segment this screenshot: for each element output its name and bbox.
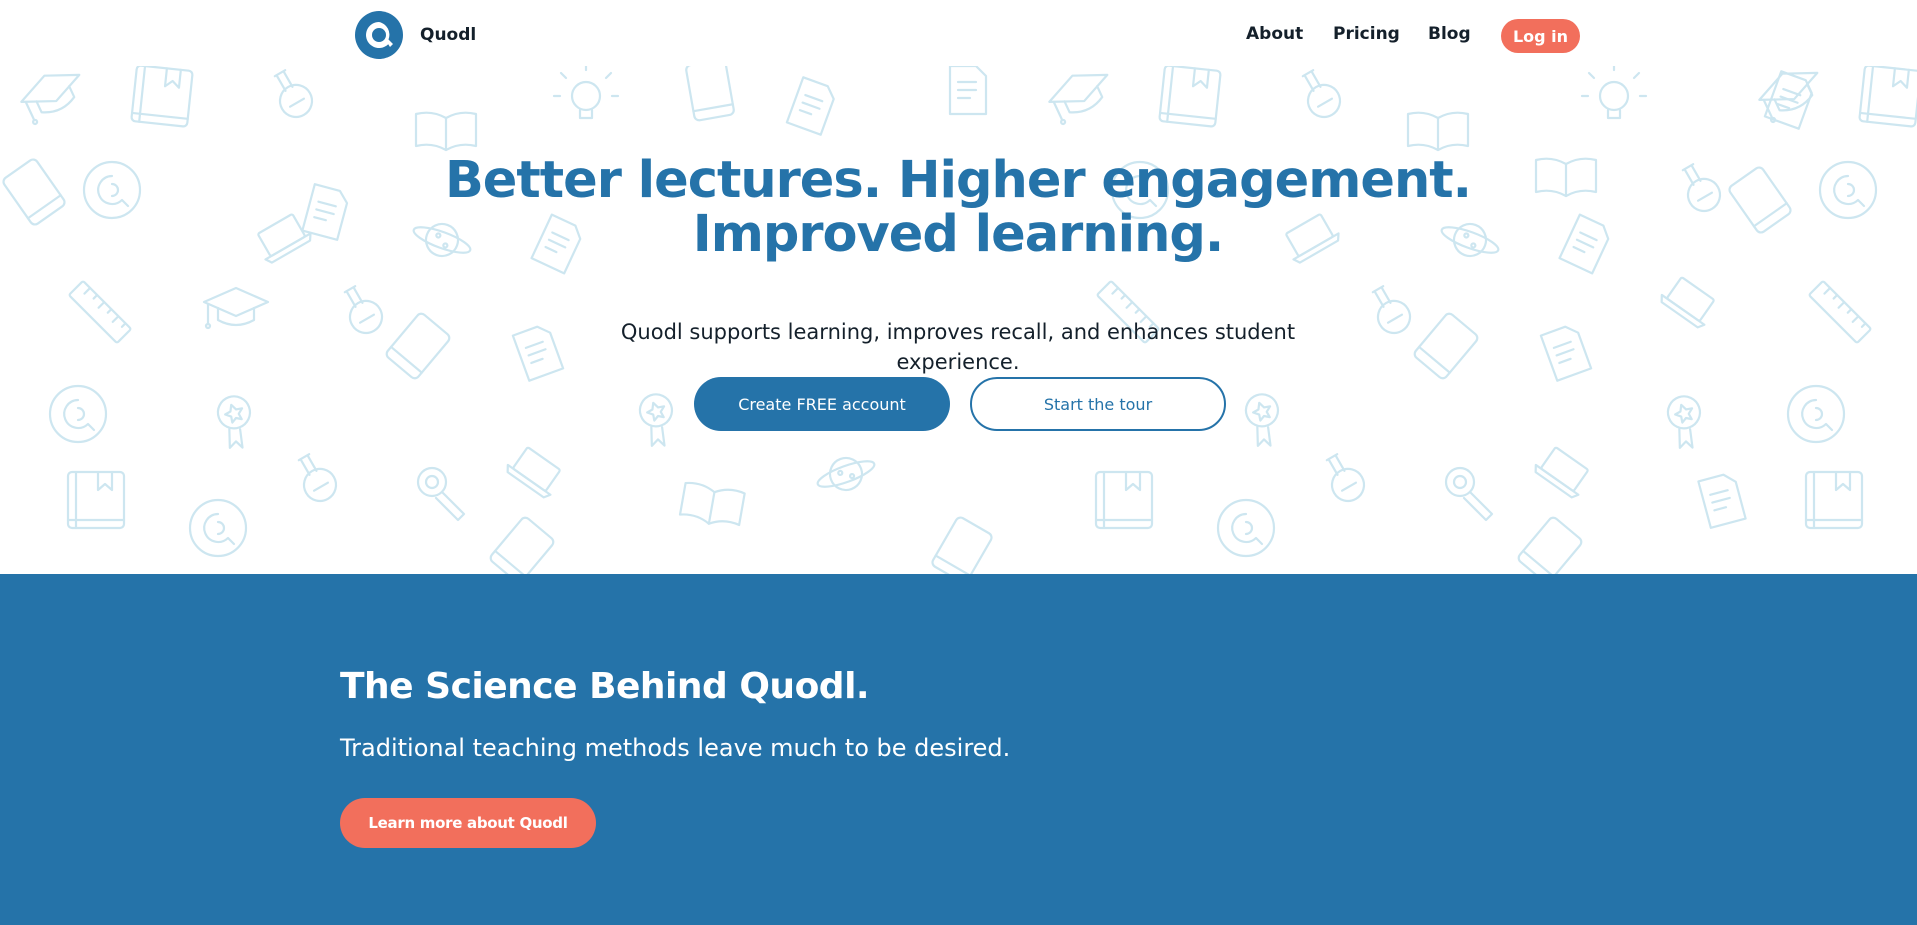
science-section: The Science Behind Quodl. Traditional te… xyxy=(0,574,1917,925)
nav-link-about[interactable]: About xyxy=(1246,24,1303,44)
create-account-button[interactable]: Create FREE account xyxy=(694,377,950,431)
nav-link-pricing[interactable]: Pricing xyxy=(1333,24,1400,44)
science-title: The Science Behind Quodl. xyxy=(340,666,870,707)
main-nav: About Pricing Blog Log in xyxy=(0,0,1917,66)
hero-subtitle: Quodl supports learning, improves recall… xyxy=(620,320,1296,374)
brand-link[interactable]: Quodl xyxy=(355,11,476,59)
education-pattern-background xyxy=(0,57,1917,574)
learn-more-button[interactable]: Learn more about Quodl xyxy=(340,798,596,848)
login-button[interactable]: Log in xyxy=(1501,19,1580,53)
science-text: Traditional teaching methods leave much … xyxy=(340,734,1011,762)
quodl-logo-icon xyxy=(355,11,403,59)
nav-link-blog[interactable]: Blog xyxy=(1428,24,1471,44)
hero-section: Better lectures. Higher engagement. Impr… xyxy=(0,50,1917,574)
navbar: Quodl About Pricing Blog Log in xyxy=(0,0,1917,66)
hero-title: Better lectures. Higher engagement. Impr… xyxy=(444,151,1472,264)
brand-name: Quodl xyxy=(420,25,477,45)
start-tour-button[interactable]: Start the tour xyxy=(970,377,1226,431)
